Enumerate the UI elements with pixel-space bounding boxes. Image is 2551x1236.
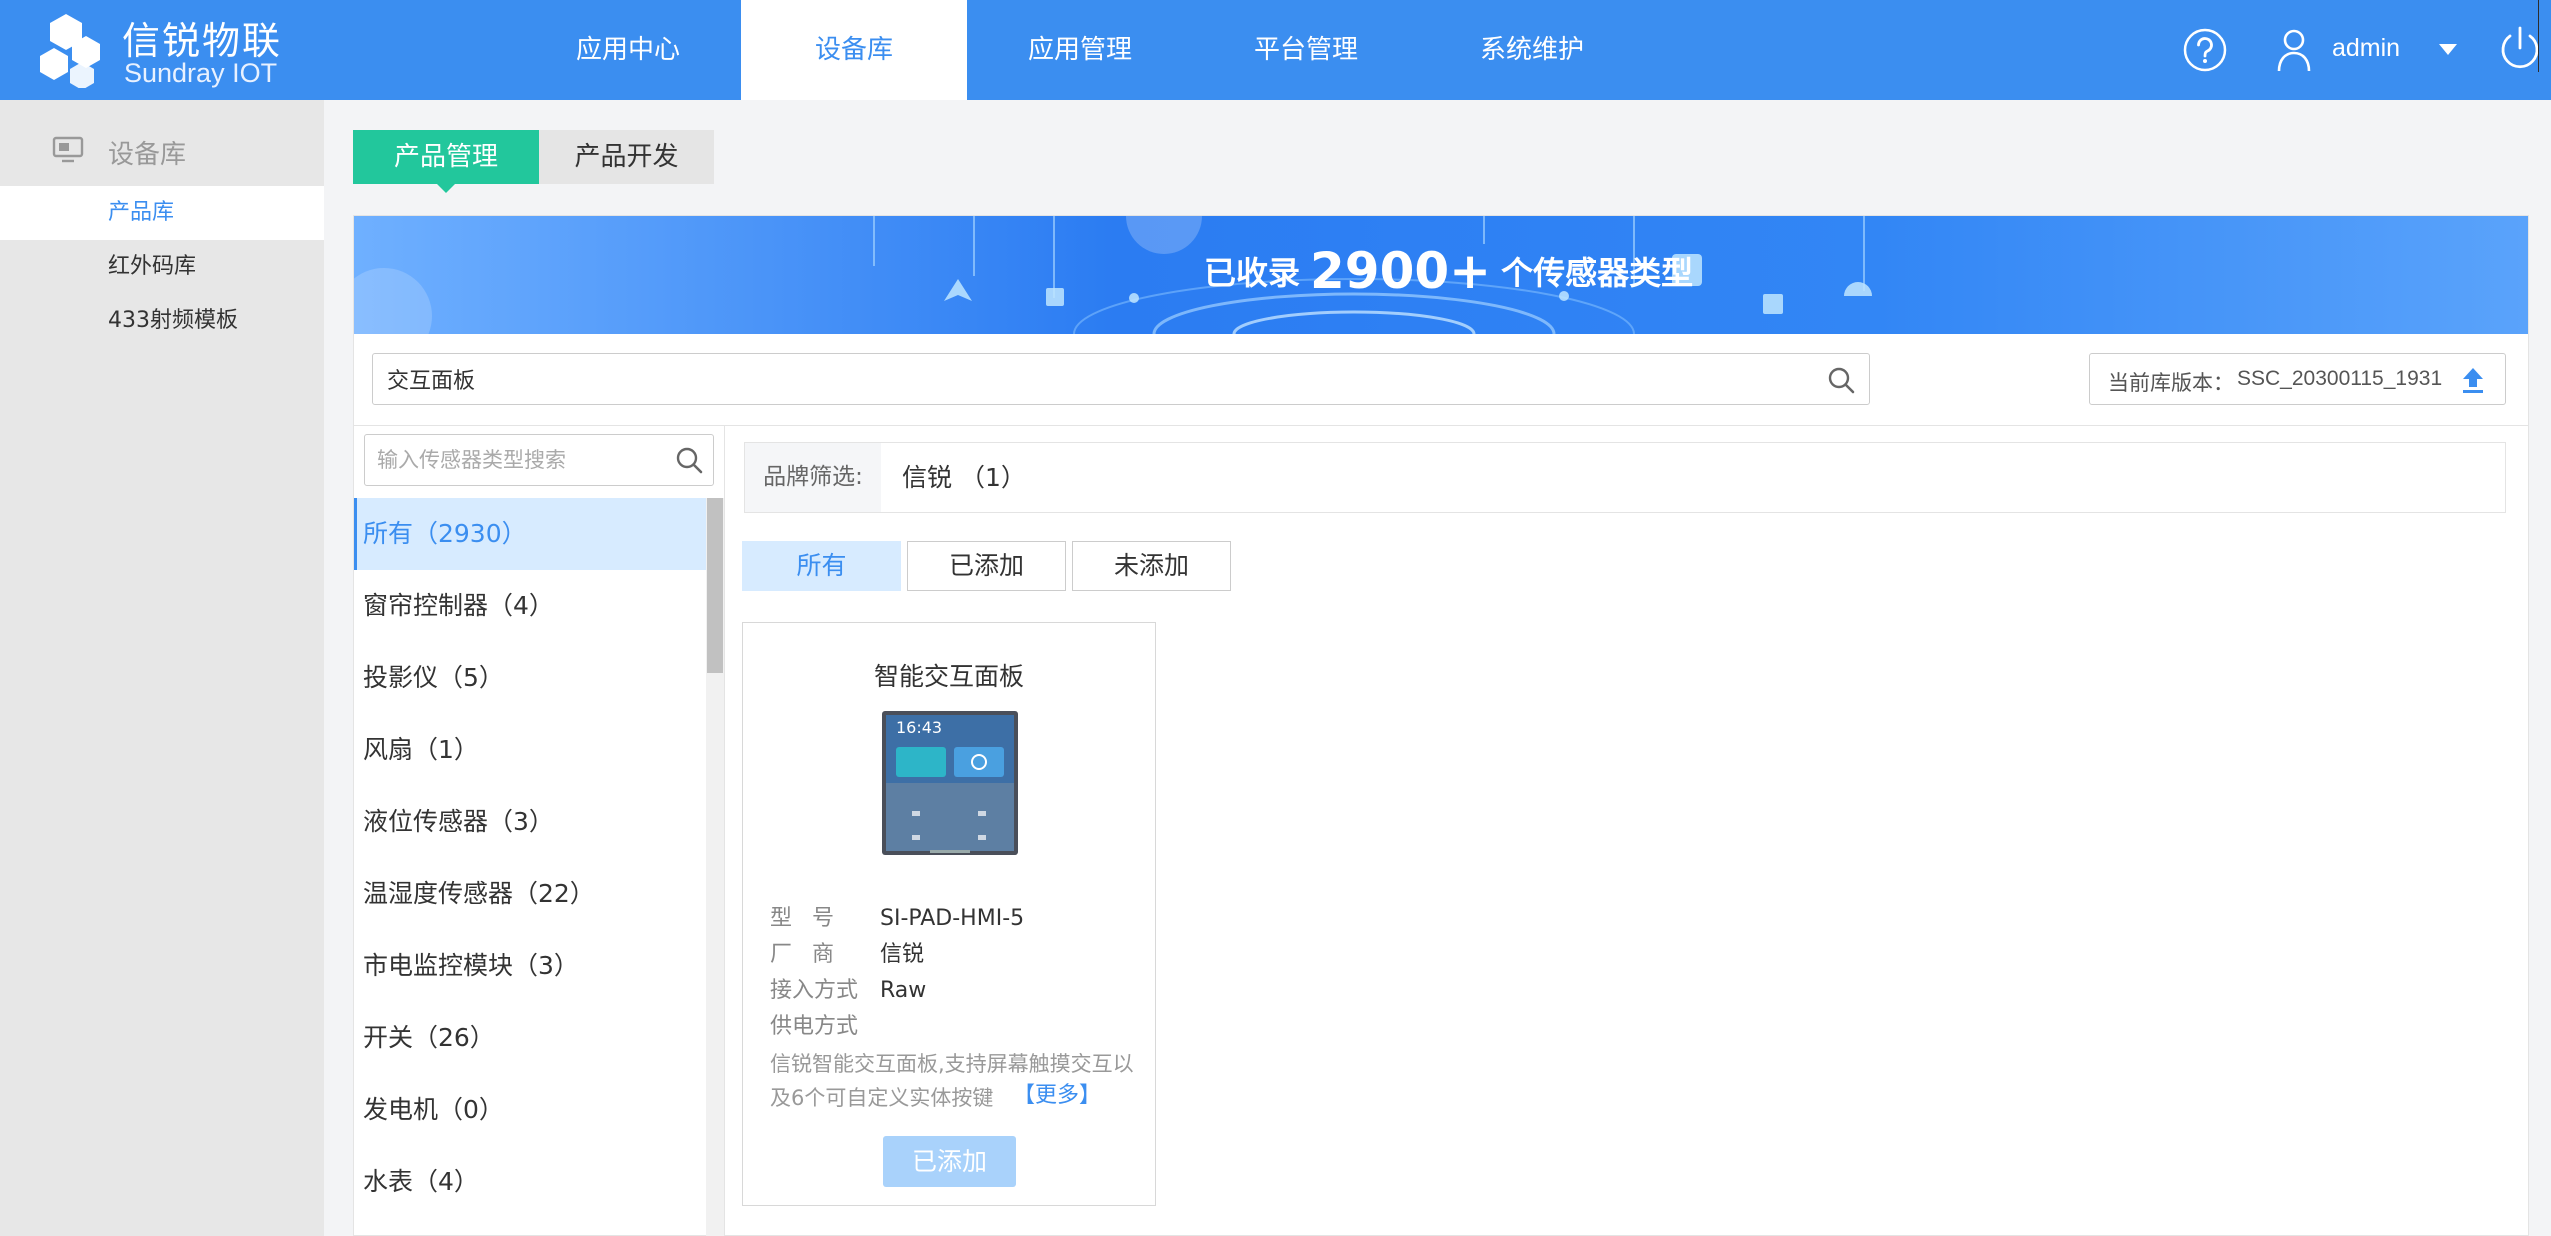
spec-access-label: 接入方式 xyxy=(770,978,859,1003)
search-icon[interactable] xyxy=(1827,366,1855,394)
top-navigation-bar: 信锐物联 Sundray IOT 应用中心 设备库 应用管理 平台管理 系统维护… xyxy=(0,0,2551,100)
category-item[interactable]: 所有（2930） xyxy=(354,498,706,570)
sidebar-section-label: 设备库 xyxy=(108,140,187,170)
category-search-input[interactable] xyxy=(377,435,667,485)
brand-filter-bar: 品牌筛选: 信锐 （1） xyxy=(744,442,2506,513)
category-item[interactable]: 投影仪（5） xyxy=(354,642,706,714)
thumb-time: 16:43 xyxy=(896,718,942,737)
nav-app-management[interactable]: 应用管理 xyxy=(967,0,1193,100)
chevron-down-icon[interactable] xyxy=(2437,42,2459,56)
category-item[interactable]: 温湿度传感器（22） xyxy=(354,858,706,930)
sub-tabs: 产品管理 产品开发 xyxy=(353,130,714,193)
nav-device-library[interactable]: 设备库 xyxy=(741,0,967,100)
category-item[interactable]: 水表（4） xyxy=(354,1146,706,1218)
window-scrollbar[interactable] xyxy=(2538,0,2551,72)
filter-added[interactable]: 已添加 xyxy=(907,541,1066,591)
brand-filter-option[interactable]: 信锐 （1） xyxy=(902,443,1026,512)
product-card[interactable]: 智能交互面板 16:43 型号 SI-PAD-HMI-5 厂商 信锐 接入方式 Raw… xyxy=(742,622,1156,1206)
user-name[interactable]: admin xyxy=(2332,34,2400,63)
main-nav: 应用中心 设备库 应用管理 平台管理 系统维护 xyxy=(515,0,1645,100)
divider xyxy=(354,425,2528,426)
banner-headline: 已收录 2900+ 个传感器类型 xyxy=(1204,242,1693,300)
main-panel: 已收录2900+个传感器类型 当前库版本： SSC_20300115_1931 … xyxy=(353,215,2529,1236)
category-item[interactable]: 液位传感器（3） xyxy=(354,786,706,858)
category-item[interactable]: 窗帘控制器（4） xyxy=(354,570,706,642)
tab-product-development[interactable]: 产品开发 xyxy=(539,130,714,184)
sidebar-section-device-library[interactable]: 设备库 xyxy=(0,124,324,178)
banner-prefix: 已收录 xyxy=(1204,254,1301,292)
help-icon[interactable] xyxy=(2182,27,2228,73)
status-filters: 所有 已添加 未添加 xyxy=(742,541,1231,591)
spec-access: 接入方式 Raw xyxy=(770,972,926,1004)
product-search-input[interactable] xyxy=(387,354,1787,404)
nav-platform-management[interactable]: 平台管理 xyxy=(1193,0,1419,100)
sidebar-item-ir-code-library[interactable]: 红外码库 xyxy=(0,240,324,294)
search-icon[interactable] xyxy=(675,446,703,474)
product-search-box xyxy=(372,353,1870,405)
sidebar-item-product-library[interactable]: 产品库 xyxy=(0,186,324,240)
logo-subtitle: Sundray IOT xyxy=(124,58,278,88)
category-item[interactable]: 风扇（1） xyxy=(354,714,706,786)
spec-access-value: Raw xyxy=(880,978,927,1003)
filter-not-added[interactable]: 未添加 xyxy=(1072,541,1231,591)
upload-icon[interactable] xyxy=(2461,366,2485,394)
user-icon[interactable] xyxy=(2276,27,2312,73)
scrollbar-thumb[interactable] xyxy=(707,498,723,673)
more-link[interactable]: 【更多】 xyxy=(1011,1077,1102,1109)
product-image: 16:43 xyxy=(882,711,1018,855)
filter-all[interactable]: 所有 xyxy=(742,541,901,591)
category-list: 所有（2930） 窗帘控制器（4） 投影仪（5） 风扇（1） 液位传感器（3） … xyxy=(354,498,706,1236)
banner-count: 2900+ xyxy=(1310,242,1492,300)
spec-power-label: 供电方式 xyxy=(770,1014,859,1039)
nav-system-maintenance[interactable]: 系统维护 xyxy=(1419,0,1645,100)
monitor-icon xyxy=(52,136,84,163)
hexagon-logo-icon xyxy=(40,14,100,88)
category-search-box xyxy=(364,434,714,486)
banner: 已收录 2900+ 个传感器类型 xyxy=(354,216,2528,334)
library-version-box: 当前库版本： SSC_20300115_1931 xyxy=(2089,353,2506,405)
spec-power: 供电方式 xyxy=(770,1008,880,1040)
divider xyxy=(724,425,725,1236)
logo[interactable]: 信锐物联 Sundray IOT xyxy=(34,8,324,92)
spec-model-value: SI-PAD-HMI-5 xyxy=(880,906,1025,931)
spec-model-label: 型号 xyxy=(770,906,855,931)
nav-app-center[interactable]: 应用中心 xyxy=(515,0,741,100)
banner-suffix: 个传感器类型 xyxy=(1501,254,1694,292)
brand-filter-label: 品牌筛选: xyxy=(745,443,881,512)
category-item[interactable]: 开关（26） xyxy=(354,1002,706,1074)
tab-product-management[interactable]: 产品管理 xyxy=(353,130,539,193)
spec-model: 型号 SI-PAD-HMI-5 xyxy=(770,900,1024,932)
category-item[interactable]: 市电监控模块（3） xyxy=(354,930,706,1002)
category-item[interactable]: 发电机（0） xyxy=(354,1074,706,1146)
library-version-label: 当前库版本： xyxy=(2108,371,2234,395)
sidebar-item-433-rf-template[interactable]: 433射频模板 xyxy=(0,294,324,348)
logo-title: 信锐物联 xyxy=(122,19,283,63)
sidebar: 设备库 产品库 红外码库 433射频模板 xyxy=(0,100,324,1236)
spec-vendor-label: 厂商 xyxy=(770,942,855,967)
product-name: 智能交互面板 xyxy=(873,662,1024,691)
added-status-button[interactable]: 已添加 xyxy=(883,1136,1016,1187)
category-scrollbar[interactable] xyxy=(706,498,724,1236)
library-version-value: SSC_20300115_1931 xyxy=(2237,367,2443,390)
spec-vendor-value: 信锐 xyxy=(880,942,925,967)
spec-vendor: 厂商 信锐 xyxy=(770,936,924,968)
